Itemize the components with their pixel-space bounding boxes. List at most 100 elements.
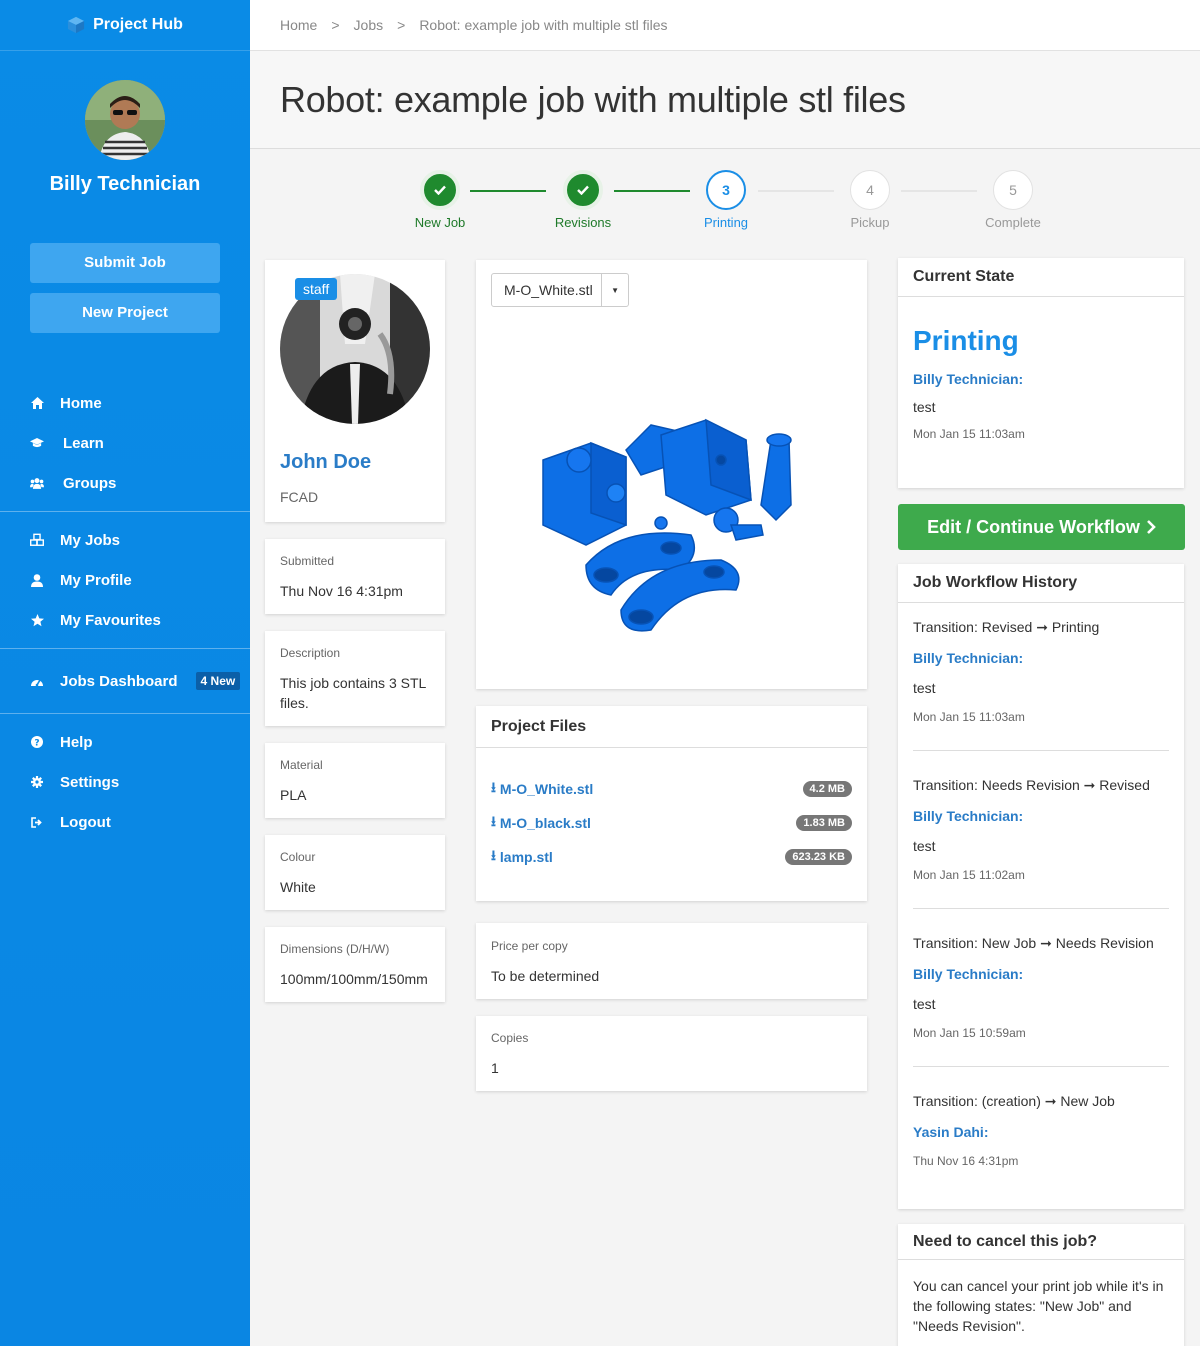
history-timestamp: Mon Jan 15 11:02am <box>913 868 1025 882</box>
cancel-title: Need to cancel this job? <box>898 1224 1184 1260</box>
history-actor[interactable]: Billy Technician <box>913 650 1019 666</box>
nav-label: My Favourites <box>60 611 161 629</box>
check-icon <box>420 170 460 210</box>
nav-label: Jobs Dashboard <box>60 672 178 690</box>
material-value: PLA <box>280 787 307 803</box>
nav-item-learn[interactable]: Learn <box>0 423 250 463</box>
brand[interactable]: Project Hub <box>0 0 250 51</box>
colour-card: Colour White <box>265 835 445 910</box>
nav-item-my-profile[interactable]: My Profile <box>0 560 250 600</box>
dimensions-card: Dimensions (D/H/W) 100mm/100mm/150mm <box>265 927 445 1002</box>
nav-item-my-favourites[interactable]: My Favourites <box>0 600 250 640</box>
history-transition: Transition: Needs Revision ➞ Revised <box>913 777 1150 793</box>
workflow-button-label: Edit / Continue Workflow <box>927 516 1140 537</box>
step-label: Complete <box>985 215 1041 230</box>
description-label: Description <box>280 646 341 660</box>
nav-item-jobs-dashboard[interactable]: Jobs Dashboard 4 New <box>0 661 250 701</box>
description-value: This job contains 3 STL files. <box>280 675 426 711</box>
nav-item-settings[interactable]: Settings <box>0 762 250 802</box>
step-complete: 5 Complete <box>973 170 1053 230</box>
copies-value: 1 <box>491 1060 499 1076</box>
nav-item-home[interactable]: Home <box>0 383 250 423</box>
page-title: Robot: example job with multiple stl fil… <box>280 78 906 120</box>
history-timestamp: Mon Jan 15 11:03am <box>913 710 1025 724</box>
nav-item-logout[interactable]: Logout <box>0 802 250 842</box>
step-connector <box>758 190 834 192</box>
history-item: Transition: Revised ➞ Printing Billy Tec… <box>898 603 1184 750</box>
step-connector <box>901 190 977 192</box>
owner-name[interactable]: John Doe <box>265 451 445 474</box>
nav-label: Help <box>60 733 93 751</box>
file-size-badge: 4.2 MB <box>802 781 852 797</box>
step-label: Pickup <box>850 215 890 230</box>
state-note: test <box>913 399 936 415</box>
new-count-badge: 4 New <box>195 672 241 690</box>
brand-name: Project Hub <box>93 16 183 33</box>
user-icon <box>30 573 44 587</box>
file-select-dropdown[interactable]: M-O_White.stl ▼ <box>491 273 629 307</box>
history-actor[interactable]: Yasin Dahi <box>913 1124 984 1140</box>
dimensions-label: Dimensions (D/H/W) <box>280 942 390 956</box>
file-row: ⭳ lamp.stl 623.23 KB <box>476 840 867 874</box>
download-icon: ⭳ <box>491 847 496 863</box>
stl-3d-model-viewer[interactable] <box>531 405 811 645</box>
avatar[interactable] <box>85 80 165 160</box>
new-project-button[interactable]: New Project <box>30 293 220 333</box>
nav-item-groups[interactable]: Groups <box>0 463 250 503</box>
breadcrumb-jobs[interactable]: Jobs <box>354 17 384 33</box>
step-label: New Job <box>414 215 466 230</box>
edit-continue-workflow-button[interactable]: Edit / Continue Workflow <box>898 504 1185 550</box>
nav-label: Home <box>60 394 102 412</box>
file-download-link[interactable]: ⭳ M-O_White.stl <box>491 777 593 801</box>
nav-label: Groups <box>63 474 117 492</box>
step-connector <box>470 190 546 192</box>
material-label: Material <box>280 758 323 772</box>
history-actor[interactable]: Billy Technician <box>913 808 1019 824</box>
history-item: Transition: Needs Revision ➞ Revised Bil… <box>898 751 1184 908</box>
file-row: ⭳ M-O_White.stl 4.2 MB <box>476 772 867 806</box>
history-item: Transition: New Job ➞ Needs Revision Bil… <box>898 909 1184 1066</box>
cancel-job-card: Need to cancel this job? You can cancel … <box>898 1224 1184 1346</box>
staff-badge: staff <box>295 278 338 300</box>
gear-icon <box>30 775 44 789</box>
file-row: ⭳ M-O_black.stl 1.83 MB <box>476 806 867 840</box>
step-number: 3 <box>706 170 746 210</box>
nav-item-help[interactable]: ? Help <box>0 722 250 762</box>
check-icon <box>563 170 603 210</box>
project-files-title: Project Files <box>476 706 867 748</box>
submit-job-button[interactable]: Submit Job <box>30 243 220 283</box>
step-revisions: Revisions <box>543 170 623 230</box>
breadcrumb-current: Robot: example job with multiple stl fil… <box>419 17 668 33</box>
price-label: Price per copy <box>491 939 568 953</box>
history-actor[interactable]: Billy Technician <box>913 966 1019 982</box>
breadcrumb-separator: > <box>397 17 406 33</box>
current-state-title: Current State <box>898 258 1184 297</box>
step-label: Printing <box>703 215 749 230</box>
breadcrumb-home[interactable]: Home <box>280 17 317 33</box>
graduation-cap-icon <box>30 436 44 450</box>
nav-label: Settings <box>60 773 120 791</box>
selected-file: M-O_White.stl <box>504 282 593 298</box>
history-transition: Transition: Revised ➞ Printing <box>913 619 1100 635</box>
colour-value: White <box>280 879 316 895</box>
user-name: Billy Technician <box>49 173 201 195</box>
price-value: To be determined <box>491 968 600 984</box>
price-card: Price per copy To be determined <box>476 923 867 999</box>
history-timestamp: Mon Jan 15 10:59am <box>913 1026 1026 1040</box>
copies-card: Copies 1 <box>476 1016 867 1091</box>
colour-label: Colour <box>280 850 316 864</box>
history-note: test <box>913 996 936 1012</box>
star-icon <box>30 613 44 627</box>
nav-item-my-jobs[interactable]: My Jobs <box>0 520 250 560</box>
sign-out-icon <box>30 815 44 829</box>
page-header: Robot: example job with multiple stl fil… <box>250 51 1200 149</box>
file-download-link[interactable]: ⭳ M-O_black.stl <box>491 811 591 835</box>
material-card: Material PLA <box>265 743 445 818</box>
file-download-link[interactable]: ⭳ lamp.stl <box>491 845 553 869</box>
owner-card: staff John Doe FCAD <box>265 260 445 522</box>
caret-down-icon[interactable]: ▼ <box>601 274 628 306</box>
state-actor[interactable]: Billy Technician <box>913 371 1019 387</box>
current-state-card: Current State Printing Billy Technician:… <box>898 258 1184 488</box>
copies-label: Copies <box>491 1031 529 1045</box>
dashboard-icon <box>30 674 44 688</box>
